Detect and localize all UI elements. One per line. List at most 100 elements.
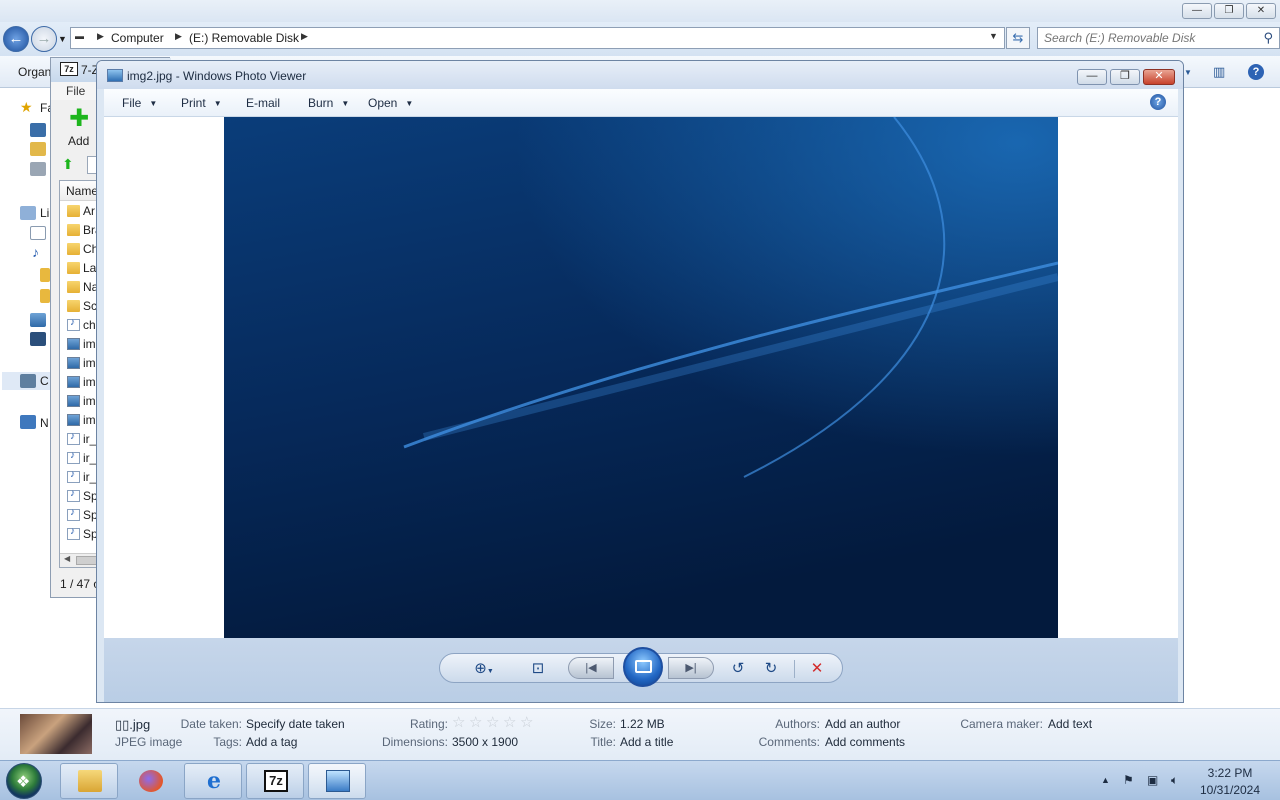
rotate-counterclockwise-icon[interactable]: ↺ <box>729 661 747 677</box>
image-library-icon[interactable] <box>30 313 46 327</box>
search-icon[interactable]: ⚲ <box>1263 30 1273 46</box>
search-input[interactable] <box>1044 31 1249 45</box>
music-icon[interactable]: ♪ <box>32 244 39 260</box>
help-icon[interactable]: ? <box>1248 64 1264 80</box>
chevron-right-icon[interactable]: ▶ <box>301 31 308 42</box>
rating-star-icon[interactable]: ☆ <box>452 713 465 731</box>
next-button[interactable]: ▶| <box>668 657 714 679</box>
zoom-icon[interactable]: ⊕▼ <box>470 661 498 680</box>
show-hidden-icons[interactable]: ▲ <box>1101 775 1110 785</box>
nav-libraries[interactable]: Li <box>40 206 49 220</box>
libraries-icon[interactable] <box>20 206 36 220</box>
image-icon <box>67 357 80 369</box>
menu-open[interactable]: Open ▼ <box>368 96 413 110</box>
address-dropdown-icon[interactable]: ▼ <box>989 31 998 41</box>
recent-pages-dropdown[interactable]: ▼ <box>58 34 67 44</box>
minimize-button[interactable]: — <box>1077 69 1107 85</box>
preview-pane-icon[interactable]: ▥ <box>1213 64 1225 80</box>
photo-viewer-controls: ⊕▼ ⊡ |◀ ▶| ↺ ↻ ✕ <box>104 638 1178 702</box>
slideshow-button[interactable] <box>623 647 663 687</box>
photo-viewer-title-bar[interactable]: img2.jpg - Windows Photo Viewer — ❐ ✕ <box>97 61 1183 89</box>
previous-button[interactable]: |◀ <box>568 657 614 679</box>
chevron-down-icon[interactable]: ▼ <box>1184 68 1192 77</box>
comments-value[interactable]: Add comments <box>825 735 905 749</box>
rating-star-icon[interactable]: ☆ <box>503 713 516 731</box>
downloads-icon[interactable] <box>30 142 46 156</box>
network-tray-icon[interactable]: ▣ <box>1147 773 1158 787</box>
title-label: Title: <box>590 735 616 749</box>
organize-menu[interactable]: Organ <box>18 65 51 79</box>
minimize-button[interactable]: — <box>1182 3 1212 19</box>
favorites-star-icon: ★ <box>20 99 33 115</box>
videos-icon[interactable] <box>40 289 50 303</box>
file-thumbnail <box>20 714 92 754</box>
7zip-logo-icon: 7z <box>60 62 78 76</box>
volume-icon[interactable]: 🔈︎ <box>1171 773 1178 788</box>
displayed-photo <box>224 117 1058 638</box>
menu-burn[interactable]: Burn ▼ <box>308 96 349 110</box>
tags-value[interactable]: Add a tag <box>246 735 297 749</box>
search-box[interactable]: ⚲ <box>1037 27 1280 49</box>
audio-icon <box>67 488 80 502</box>
address-bar[interactable]: ▬ ▶ Computer ▶ (E:) Removable Disk ▶ ▼ <box>70 27 1005 49</box>
nav-network[interactable]: N <box>40 416 49 430</box>
clock-time[interactable]: 3:22 PM <box>1200 766 1260 780</box>
taskbar: ❖ e 7z ▲ ⚑ ▣ 🔈︎ 3:22 PM 10/31/2024 <box>0 760 1280 800</box>
details-file-type: JPEG image <box>115 735 183 749</box>
camera-maker-value[interactable]: Add text <box>1048 717 1092 731</box>
breadcrumb-removable-disk[interactable]: (E:) Removable Disk <box>189 31 299 45</box>
restore-button[interactable]: ❐ <box>1214 3 1244 19</box>
computer-icon[interactable] <box>20 374 36 388</box>
menu-email[interactable]: E-mail <box>246 96 280 110</box>
breadcrumb-computer[interactable]: Computer <box>111 31 164 45</box>
close-button[interactable]: ✕ <box>1246 3 1276 19</box>
taskbar-photo-viewer[interactable] <box>308 763 366 799</box>
taskbar-internet-explorer[interactable]: e <box>184 763 242 799</box>
rating-star-icon[interactable]: ☆ <box>469 713 482 731</box>
delete-icon[interactable]: ✕ <box>808 661 826 677</box>
list-item-name: im <box>83 337 96 351</box>
start-button[interactable]: ❖ <box>6 763 42 799</box>
chevron-down-icon: ▼ <box>149 99 158 108</box>
documents-icon[interactable] <box>30 226 46 240</box>
back-button[interactable]: ← <box>3 26 29 52</box>
menu-email-label: E-mail <box>246 96 281 110</box>
action-center-flag-icon[interactable]: ⚑ <box>1123 773 1134 787</box>
recent-places-icon[interactable] <box>30 162 46 176</box>
name-column-header[interactable]: Name <box>66 184 98 198</box>
pictures-icon[interactable] <box>40 268 50 282</box>
video-library-icon[interactable] <box>30 332 46 346</box>
actual-size-icon[interactable]: ⊡ <box>528 661 548 677</box>
help-icon[interactable]: ? <box>1150 94 1166 110</box>
forward-button[interactable]: → <box>31 26 57 52</box>
drive-icon: ▬ <box>75 31 84 41</box>
close-button[interactable]: ✕ <box>1143 69 1175 85</box>
taskbar-explorer[interactable] <box>60 763 118 799</box>
audio-icon <box>67 526 80 540</box>
taskbar-firefox[interactable] <box>121 763 179 799</box>
tags-label: Tags: <box>213 735 242 749</box>
refresh-button[interactable]: ⇆ <box>1006 27 1030 49</box>
rotate-clockwise-icon[interactable]: ↻ <box>762 661 780 677</box>
scroll-left-icon[interactable]: ◀ <box>64 554 70 563</box>
chevron-right-icon[interactable]: ▶ <box>175 31 182 42</box>
size-value: 1.22 MB <box>620 717 665 731</box>
date-taken-value[interactable]: Specify date taken <box>246 717 345 731</box>
rating-star-icon[interactable]: ☆ <box>520 713 533 731</box>
up-folder-icon[interactable]: ⬆ <box>62 156 74 173</box>
details-pane: ▯▯.jpg JPEG image Date taken: Specify da… <box>0 708 1280 760</box>
taskbar-7zip[interactable]: 7z <box>246 763 304 799</box>
nav-computer[interactable]: C <box>40 374 49 388</box>
title-value[interactable]: Add a title <box>620 735 673 749</box>
menu-print[interactable]: Print ▼ <box>181 96 222 110</box>
desktop-icon[interactable] <box>30 123 46 137</box>
rating-star-icon[interactable]: ☆ <box>486 713 499 731</box>
authors-value[interactable]: Add an author <box>825 717 900 731</box>
clock-date[interactable]: 10/31/2024 <box>1195 783 1265 797</box>
photo-canvas[interactable] <box>104 117 1178 638</box>
maximize-button[interactable]: ❐ <box>1110 69 1140 85</box>
chevron-right-icon[interactable]: ▶ <box>97 31 104 42</box>
network-icon[interactable] <box>20 415 36 429</box>
7zip-menu-file[interactable]: File <box>66 84 85 98</box>
menu-file[interactable]: File ▼ <box>122 96 157 110</box>
